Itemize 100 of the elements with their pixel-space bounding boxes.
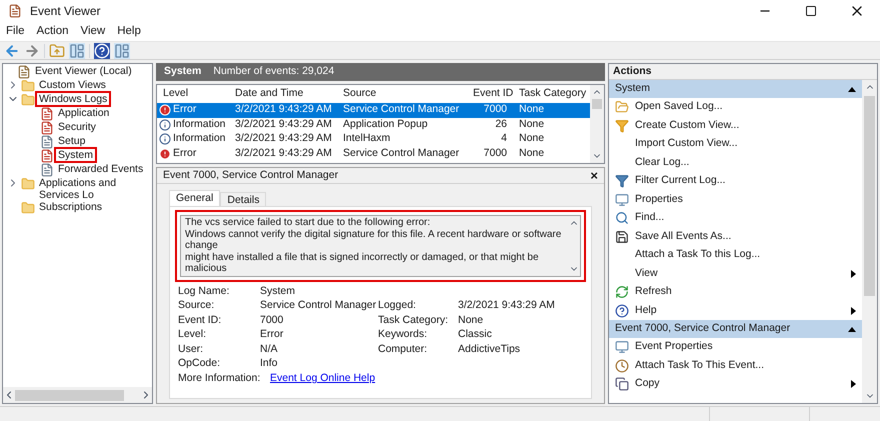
menu-item[interactable]: Action xyxy=(30,22,74,40)
log-name: System xyxy=(164,64,202,80)
help-link[interactable]: Event Log Online Help xyxy=(270,370,376,387)
tree-item[interactable]: Subscriptions xyxy=(37,201,104,213)
folder-icon xyxy=(615,100,629,114)
tree-item[interactable]: System xyxy=(56,149,96,161)
tree-item[interactable]: Security xyxy=(56,121,98,133)
vertical-scrollbar[interactable] xyxy=(862,80,877,403)
action-menu-item[interactable]: Import Custom View... xyxy=(609,135,862,154)
forward-arrow-icon[interactable] xyxy=(24,42,40,58)
save-icon xyxy=(615,230,629,244)
horizontal-scrollbar[interactable] xyxy=(3,387,152,403)
tree-item[interactable]: Custom Views xyxy=(37,79,108,91)
table-cell-text: 3/2/2021 9:43:29 AM xyxy=(234,116,333,132)
table-cell-text: None xyxy=(518,131,546,146)
event-row[interactable]: Error 3/2/2021 9:43:29 AM Service Control Manager 7000 None xyxy=(157,103,590,118)
submenu-arrow-icon xyxy=(851,306,856,315)
tree-item[interactable]: Windows Logs xyxy=(37,93,110,105)
table-cell-text: Application Popup xyxy=(342,116,429,132)
scrollbar-thumb[interactable] xyxy=(15,390,124,400)
action-menu-item[interactable]: Filter Current Log... xyxy=(609,172,862,190)
field-value: N/A xyxy=(260,342,278,357)
section-header[interactable]: System xyxy=(609,80,862,98)
log-icon xyxy=(40,163,54,177)
tree-item[interactable]: Forwarded Events xyxy=(56,163,146,175)
column-header[interactable]: Task Category xyxy=(513,86,589,102)
field-value: 3/2/2021 9:43:29 AM xyxy=(458,298,555,314)
event-row[interactable]: Information 3/2/2021 9:43:29 AM IntelHaxm 4 None xyxy=(157,132,590,146)
tab[interactable]: General xyxy=(169,190,220,206)
folder-up-icon[interactable] xyxy=(49,42,65,58)
table-cell-text: 7000 xyxy=(482,102,508,118)
action-menu-item[interactable]: Attach Task To This Event... xyxy=(609,356,862,375)
action-menu-item[interactable]: Find... xyxy=(609,209,862,228)
menu-item[interactable]: File xyxy=(0,22,31,40)
field-label: User: xyxy=(178,342,204,357)
field-label: Keywords: xyxy=(378,327,428,342)
table-cell-text: 7000 xyxy=(482,146,508,161)
tree-item[interactable]: Event Viewer (Local) xyxy=(33,65,134,77)
field-value: Error xyxy=(260,327,284,342)
tree-item[interactable]: Application xyxy=(56,107,112,119)
action-menu-item[interactable]: Clear Log... xyxy=(609,154,862,172)
table-cell-text: Error xyxy=(173,102,196,118)
actions-title: Actions xyxy=(613,64,652,79)
log-icon xyxy=(40,121,54,135)
column-header[interactable]: Source xyxy=(337,86,467,102)
column-header[interactable]: Date and Time xyxy=(229,86,337,102)
table-cell-text: Information xyxy=(173,116,226,132)
description-box[interactable] xyxy=(175,210,586,282)
table-cell-text: Service Control Manager xyxy=(342,102,460,118)
section-header[interactable]: Event 7000, Service Control Manager xyxy=(609,320,862,338)
action-menu-item[interactable]: Open Saved Log... xyxy=(609,98,862,116)
field-label: Log Name: xyxy=(178,284,230,299)
tree-item[interactable]: Setup xyxy=(56,135,88,147)
table-cell-text: 3/2/2021 9:43:29 AM xyxy=(234,131,333,146)
field-label: Logged: xyxy=(378,298,417,314)
field-label: Task Category: xyxy=(378,312,450,328)
log-icon xyxy=(40,149,54,163)
action-menu-item[interactable]: Save All Events As... xyxy=(609,228,862,246)
action-menu-item[interactable]: View xyxy=(609,264,862,283)
folder-icon xyxy=(21,201,35,215)
table-cell-text: Service Control Manager xyxy=(342,146,460,161)
action-menu-item[interactable]: Properties xyxy=(609,190,862,209)
menu-item[interactable]: View xyxy=(74,22,112,40)
folder-icon xyxy=(21,79,35,93)
event-row[interactable]: Information 3/2/2021 9:43:29 AM Application Popup 26 None xyxy=(157,118,590,132)
column-header[interactable]: Level xyxy=(157,86,229,102)
table-cell-text: None xyxy=(518,146,546,161)
properties-icon xyxy=(615,192,629,207)
vertical-scrollbar[interactable] xyxy=(590,85,604,163)
column-header[interactable]: Event ID xyxy=(467,86,513,102)
field-label: OpCode: xyxy=(178,356,222,372)
scrollbar-thumb[interactable] xyxy=(864,96,875,296)
panel-icon[interactable] xyxy=(69,42,85,58)
tab[interactable]: Details xyxy=(220,192,266,206)
maximize-icon xyxy=(805,5,817,17)
field-value: 7000 xyxy=(260,312,284,328)
action-menu-item[interactable]: Event Properties xyxy=(609,338,862,356)
panel-icon[interactable] xyxy=(114,42,130,58)
submenu-arrow-icon xyxy=(851,270,856,278)
scrollbar-thumb[interactable] xyxy=(592,99,602,109)
tree-item[interactable]: Applications and Services Lo xyxy=(37,177,152,201)
detail-title: Event 7000, Service Control Manager xyxy=(163,168,338,183)
field-value: Service Control Manager xyxy=(260,298,376,314)
action-menu-item[interactable]: Create Custom View... xyxy=(609,116,862,135)
field-value: System xyxy=(260,284,296,299)
field-label: Source: xyxy=(178,298,216,314)
help-icon[interactable] xyxy=(94,42,110,58)
search-icon xyxy=(615,211,629,226)
action-menu-item[interactable]: Help xyxy=(609,302,862,320)
close-button[interactable]: × xyxy=(590,169,598,182)
table-cell-text: None xyxy=(518,116,546,132)
description-text: might have installed a file that is signed incorrectly or damaged, or that might be malicious xyxy=(185,252,540,274)
event-row[interactable]: Error 3/2/2021 9:43:29 AM Service Control Manager 7000 None xyxy=(157,146,590,161)
action-menu-item[interactable]: Copy xyxy=(609,375,862,394)
menu-item[interactable]: Help xyxy=(111,22,147,40)
submenu-arrow-icon xyxy=(851,380,856,388)
collapse-icon xyxy=(848,326,856,332)
copy-icon xyxy=(615,377,629,392)
action-menu-item[interactable]: Refresh xyxy=(609,283,862,302)
action-menu-item[interactable]: Attach a Task To this Log... xyxy=(609,246,862,264)
